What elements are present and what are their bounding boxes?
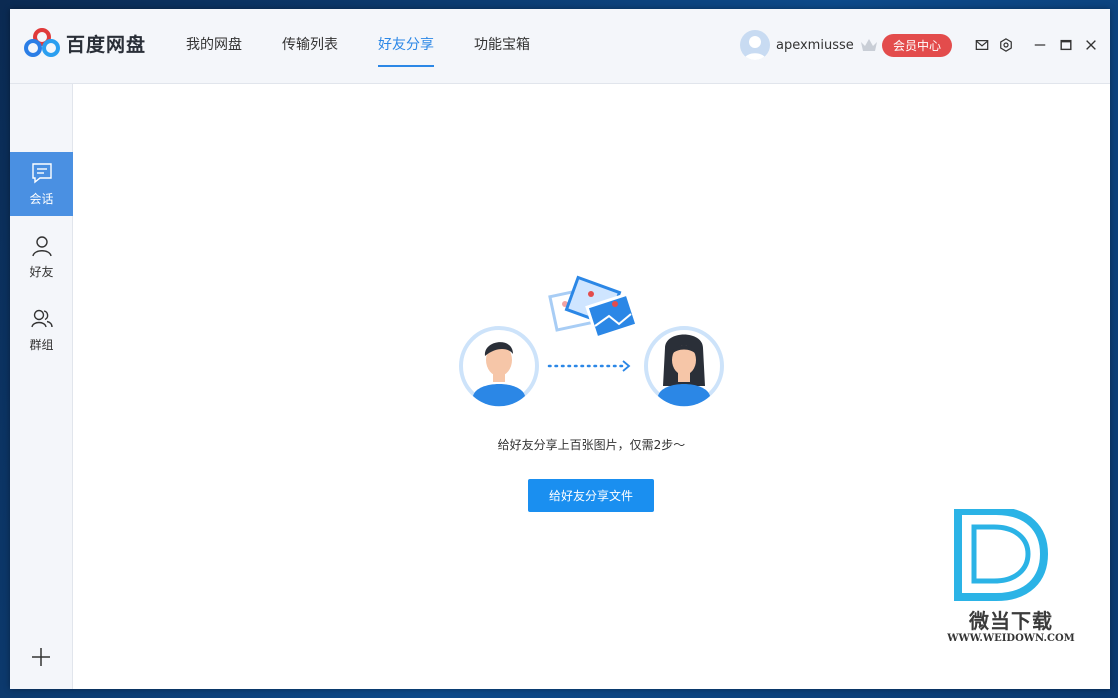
username[interactable]: apexmiusse [776,38,854,53]
settings-gear-icon[interactable] [998,37,1014,53]
person-icon [31,235,52,256]
weidown-logo-icon [954,507,1049,601]
mail-icon[interactable] [974,37,990,53]
sidebar-item-groups[interactable]: 群组 [10,298,73,362]
watermark: 微当下载 WWW.WEIDOWN.COM [946,507,1076,659]
sidebar: 会话 好友 群组 [10,84,73,689]
sidebar-item-chat[interactable]: 会话 [10,152,73,216]
watermark-en-text: WWW.WEIDOWN.COM [947,633,1075,644]
title-bar: 百度网盘 我的网盘 传输列表 好友分享 功能宝箱 apexmiusse 会员中心 [10,9,1110,84]
tab-my-disk[interactable]: 我的网盘 [186,9,242,83]
tab-toolbox[interactable]: 功能宝箱 [474,9,530,83]
sidebar-item-label: 会话 [29,191,54,206]
recipient-avatar-icon [644,326,724,407]
tab-friend-share[interactable]: 好友分享 [378,9,434,83]
photos-icon [548,275,639,340]
avatar[interactable] [740,30,770,60]
top-nav: 我的网盘 传输列表 好友分享 功能宝箱 [186,9,570,83]
app-name: 百度网盘 [66,33,147,56]
minimize-icon[interactable] [1032,37,1048,53]
empty-state-message: 给好友分享上百张图片，仅需2步～ [497,438,686,452]
sidebar-item-label: 好友 [29,264,54,279]
group-icon [30,309,53,327]
sidebar-item-friends[interactable]: 好友 [10,225,73,289]
watermark-cn-text: 微当下载 [969,609,1053,633]
user-profile[interactable]: apexmiusse [740,30,878,60]
app-window: 百度网盘 我的网盘 传输列表 好友分享 功能宝箱 apexmiusse 会员中心 [10,9,1110,689]
vip-center-button[interactable]: 会员中心 [882,34,952,57]
share-file-button[interactable]: 给好友分享文件 [528,479,654,512]
maximize-icon[interactable] [1058,37,1074,53]
add-icon[interactable] [30,646,52,668]
vip-crown-icon [860,39,877,51]
share-illustration [459,275,724,407]
arrow-icon [547,360,631,372]
chat-icon [31,162,52,183]
app-logo: 百度网盘 [24,27,146,59]
tab-transfer-list[interactable]: 传输列表 [282,9,338,83]
sidebar-item-label: 群组 [29,337,54,352]
avatar-person-icon [744,36,766,60]
sender-avatar-icon [459,326,539,407]
baidu-cloud-logo-icon [24,28,60,57]
close-icon[interactable] [1083,37,1099,53]
